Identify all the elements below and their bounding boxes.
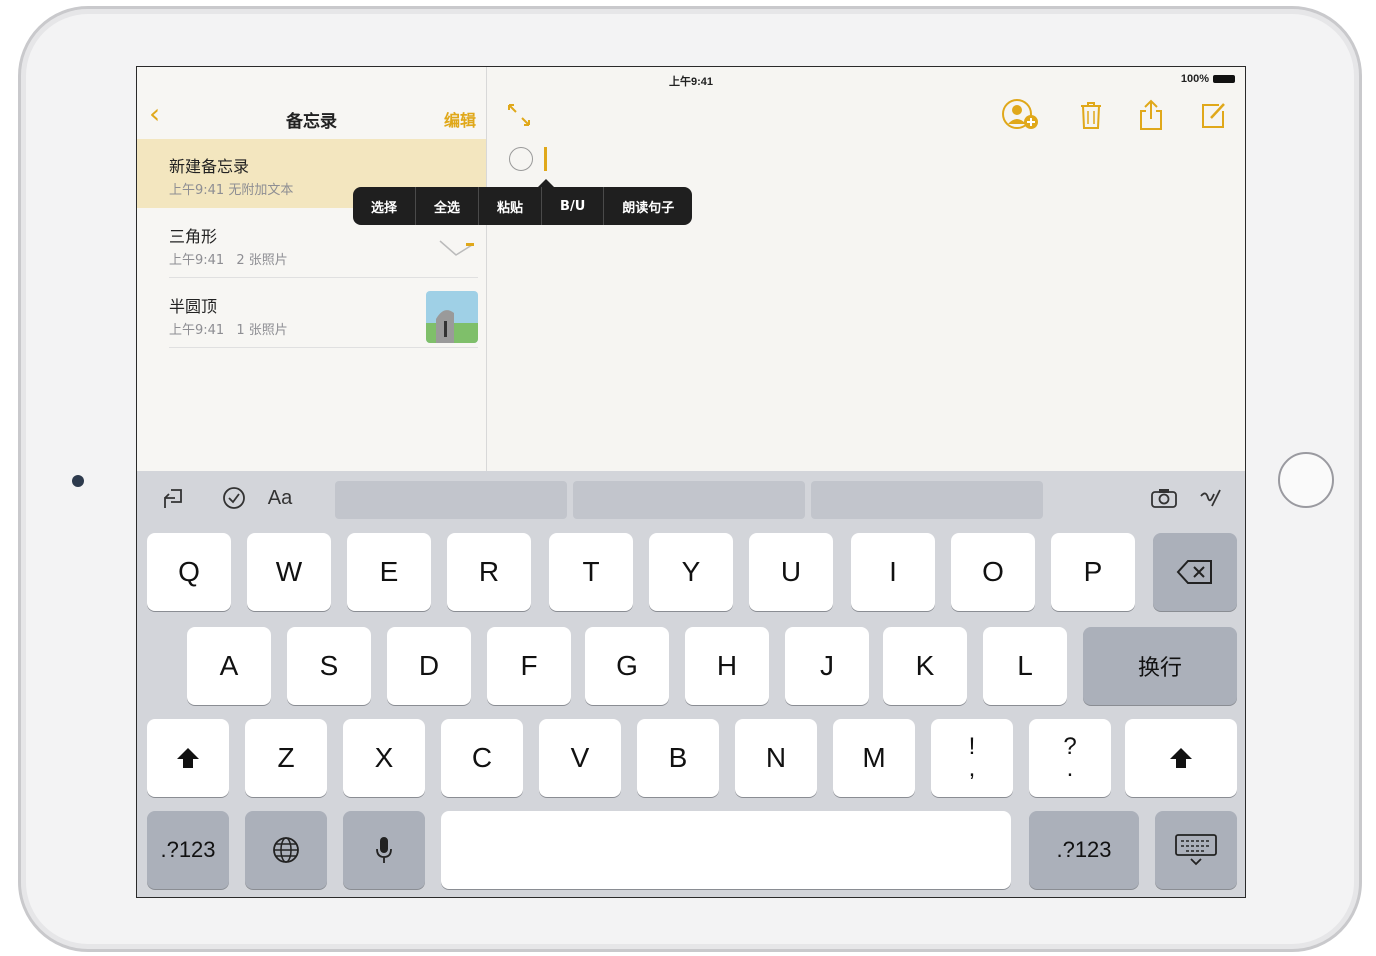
- keyboard-dismiss-icon: [1175, 834, 1217, 866]
- key-a[interactable]: A: [187, 627, 271, 705]
- suggestion-slot[interactable]: [573, 481, 805, 519]
- add-people-icon[interactable]: [999, 97, 1043, 133]
- numbers-key-left[interactable]: .?123: [147, 811, 229, 889]
- key-l[interactable]: L: [983, 627, 1067, 705]
- note-thumbnail: [426, 221, 478, 273]
- return-key[interactable]: 换行: [1083, 627, 1237, 705]
- undo-icon[interactable]: [157, 483, 191, 513]
- dictation-key[interactable]: [343, 811, 425, 889]
- suggestion-slot[interactable]: [811, 481, 1043, 519]
- key-n[interactable]: N: [735, 719, 817, 797]
- note-title: 半圆顶: [169, 297, 218, 316]
- note-meta: 上午9:41 无附加文本: [169, 179, 293, 198]
- key-q[interactable]: Q: [147, 533, 231, 611]
- row-divider: [169, 277, 478, 278]
- home-button[interactable]: [1278, 452, 1334, 508]
- shift-key-right[interactable]: [1125, 719, 1237, 797]
- trash-icon[interactable]: [1071, 97, 1111, 133]
- text-cursor: [544, 147, 547, 171]
- front-camera: [72, 475, 84, 487]
- key-y[interactable]: Y: [649, 533, 733, 611]
- note-time: 上午9:41: [169, 183, 225, 198]
- key-e[interactable]: E: [347, 533, 431, 611]
- note-time: 上午9:41: [169, 253, 225, 268]
- key-x[interactable]: X: [343, 719, 425, 797]
- camera-icon[interactable]: [1147, 483, 1181, 513]
- note-meta: 上午9:41 2 张照片: [169, 249, 288, 268]
- note-title: 三角形: [169, 227, 218, 246]
- note-thumbnail: [426, 291, 478, 343]
- note-editor[interactable]: [487, 67, 1245, 471]
- expand-icon[interactable]: [503, 97, 535, 133]
- menu-speak-sentence[interactable]: 朗读句子: [604, 187, 692, 225]
- menu-select[interactable]: 选择: [353, 187, 417, 225]
- key-t[interactable]: T: [549, 533, 633, 611]
- globe-icon: [273, 837, 299, 863]
- key-s[interactable]: S: [287, 627, 371, 705]
- key-exclaim-comma[interactable]: ! ,: [931, 719, 1013, 797]
- sidebar-title: 备忘录: [286, 112, 337, 132]
- menu-bold-underline[interactable]: B/U: [542, 187, 605, 225]
- key-b[interactable]: B: [637, 719, 719, 797]
- sidebar-nav: ‹ 备忘录 编辑: [137, 95, 486, 139]
- key-k[interactable]: K: [883, 627, 967, 705]
- edit-button[interactable]: 编辑: [444, 107, 476, 131]
- key-j[interactable]: J: [785, 627, 869, 705]
- note-time: 上午9:41: [169, 323, 225, 338]
- row-divider: [169, 347, 478, 348]
- key-o[interactable]: O: [951, 533, 1035, 611]
- key-g[interactable]: G: [585, 627, 669, 705]
- key-u[interactable]: U: [749, 533, 833, 611]
- microphone-icon: [376, 837, 392, 863]
- suggestion-slot[interactable]: [335, 481, 567, 519]
- key-r[interactable]: R: [447, 533, 531, 611]
- edit-callout-menu: 选择 全选 粘贴 B/U 朗读句子: [353, 179, 693, 225]
- key-bottom-char: ,: [968, 755, 976, 782]
- shift-icon: [1170, 748, 1192, 768]
- share-icon[interactable]: [1131, 97, 1171, 133]
- delete-icon: [1176, 560, 1212, 584]
- key-f[interactable]: F: [487, 627, 571, 705]
- shortcut-bar: Aa: [137, 471, 1245, 525]
- menu-select-all[interactable]: 全选: [416, 187, 480, 225]
- space-bar[interactable]: [441, 811, 1011, 889]
- checklist-circle-icon[interactable]: [509, 147, 533, 171]
- globe-key[interactable]: [245, 811, 327, 889]
- sketch-icon[interactable]: [1193, 483, 1227, 513]
- hide-keyboard-key[interactable]: [1155, 811, 1237, 889]
- delete-key[interactable]: [1153, 533, 1237, 611]
- key-i[interactable]: I: [851, 533, 935, 611]
- shift-key-left[interactable]: [147, 719, 229, 797]
- keyboard: Aa Q W E R T Y U I O P A S D F G H J K L…: [137, 471, 1245, 897]
- shift-icon: [177, 748, 199, 768]
- callout-arrow: [538, 179, 554, 187]
- key-h[interactable]: H: [685, 627, 769, 705]
- note-title: 新建备忘录: [169, 157, 250, 176]
- key-v[interactable]: V: [539, 719, 621, 797]
- key-p[interactable]: P: [1051, 533, 1135, 611]
- key-d[interactable]: D: [387, 627, 471, 705]
- key-c[interactable]: C: [441, 719, 523, 797]
- note-detail: 2 张照片: [236, 253, 288, 268]
- note-detail: 1 张照片: [236, 323, 288, 338]
- text-format-icon[interactable]: Aa: [263, 483, 297, 513]
- checklist-icon[interactable]: [217, 483, 251, 513]
- key-bottom-char: .: [1066, 755, 1074, 782]
- menu-paste[interactable]: 粘贴: [479, 187, 543, 225]
- note-meta: 上午9:41 1 张照片: [169, 319, 288, 338]
- compose-icon[interactable]: [1193, 97, 1233, 133]
- notes-sidebar: ‹ 备忘录 编辑 新建备忘录 上午9:41 无附加文本 三角形 上午9:41 2…: [137, 67, 487, 471]
- note-list-item[interactable]: 半圆顶 上午9:41 1 张照片: [137, 279, 486, 348]
- key-z[interactable]: Z: [245, 719, 327, 797]
- numbers-key-right[interactable]: .?123: [1029, 811, 1139, 889]
- screen: iPad 上午9:41 100% ‹ 备忘录 编辑 新建备忘录 上午9:41 无…: [136, 66, 1246, 898]
- key-m[interactable]: M: [833, 719, 915, 797]
- key-w[interactable]: W: [247, 533, 331, 611]
- note-detail: 无附加文本: [228, 183, 294, 198]
- key-question-period[interactable]: ? .: [1029, 719, 1111, 797]
